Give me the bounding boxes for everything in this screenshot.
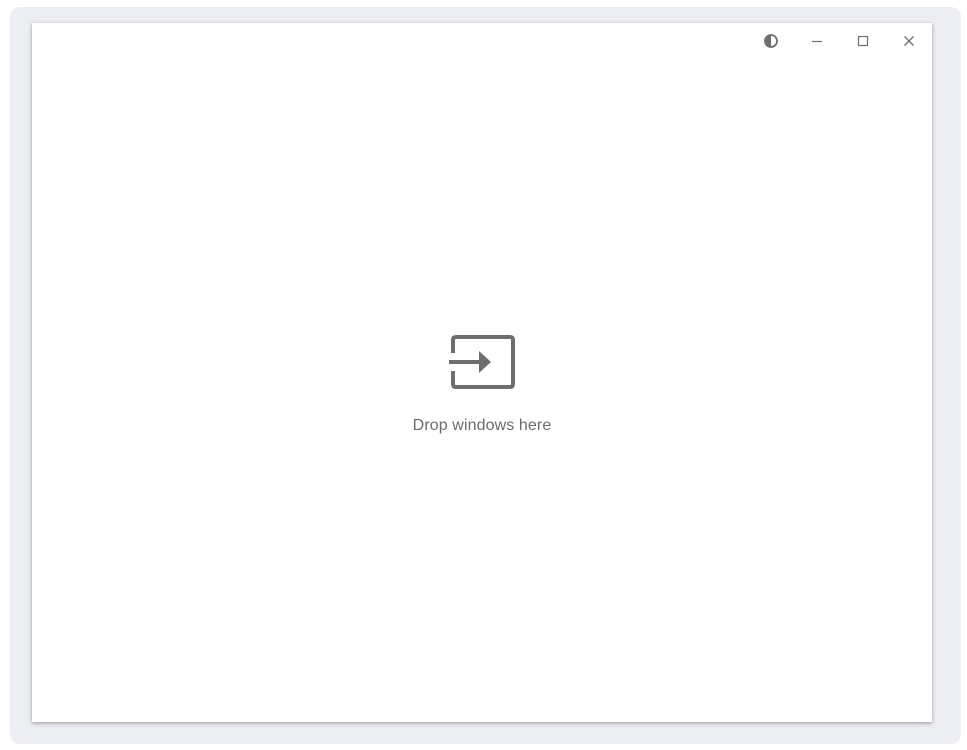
drop-zone-label: Drop windows here — [412, 417, 552, 434]
app-window: Drop windows here — [32, 23, 932, 722]
desktop: Drop windows here — [0, 0, 967, 750]
drop-zone[interactable]: Drop windows here — [32, 23, 932, 722]
drop-input-icon — [449, 335, 515, 389]
